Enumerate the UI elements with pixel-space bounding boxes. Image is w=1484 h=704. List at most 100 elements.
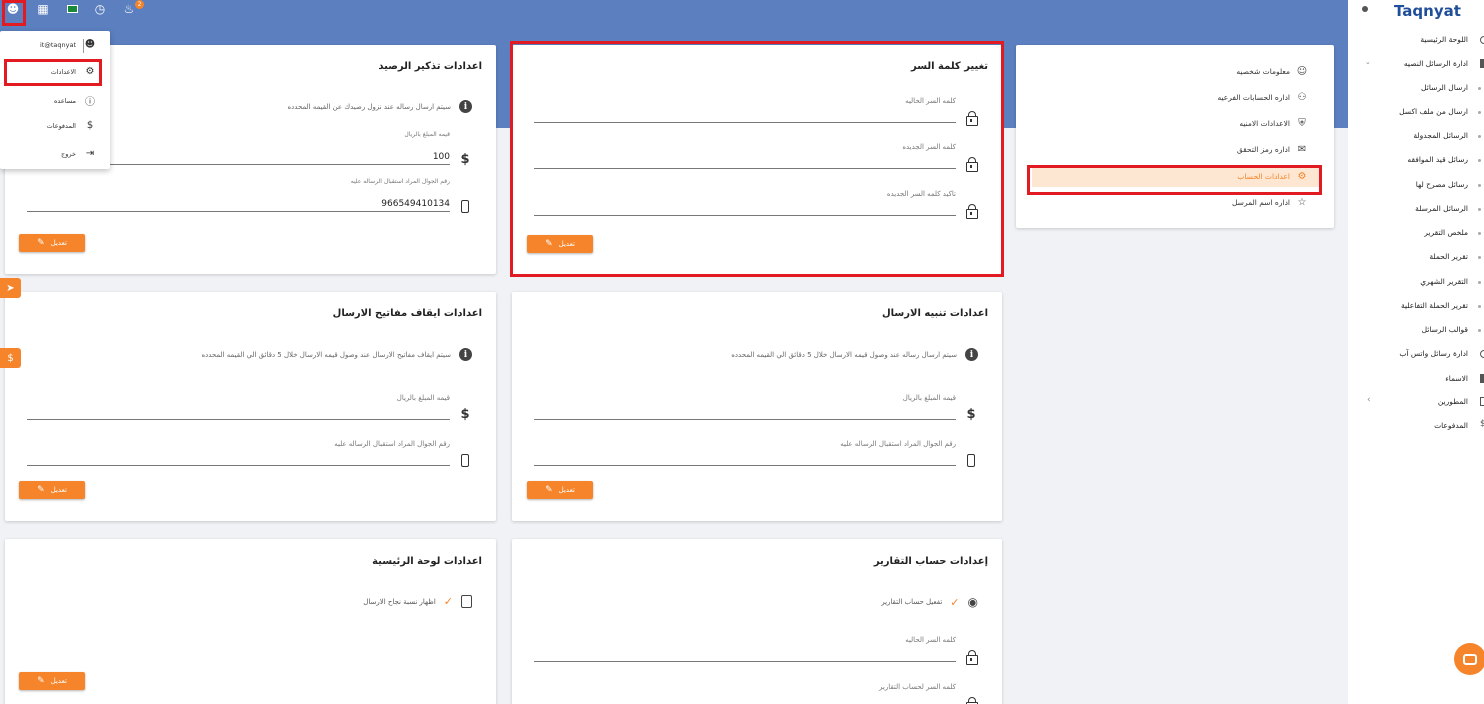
users-icon: ⚇: [1297, 92, 1307, 103]
notification-badge: 2: [135, 0, 144, 9]
dropdown-item-payments[interactable]: $ المدفوعات: [47, 120, 96, 131]
account-item-sender[interactable]: ☆ اداره اسم المرسل: [1232, 197, 1308, 208]
sidebar-item-contacts[interactable]: الاسماء: [1445, 374, 1468, 383]
flag-icon[interactable]: [67, 5, 78, 13]
bell-icon[interactable]: ♨: [122, 2, 136, 16]
clock-icon[interactable]: ◷: [93, 2, 107, 16]
field-underline: [27, 211, 450, 212]
item-label: معلومات شخصيه: [1236, 67, 1290, 76]
account-item-subaccounts[interactable]: ⚇ اداره الحسابات الفرعيه: [1217, 92, 1308, 103]
sidebar-item-approved[interactable]: رسائل مصرح لها: [1416, 180, 1468, 189]
sidebar-item-whatsapp[interactable]: ادارة رسائل واتس آب: [1399, 349, 1468, 358]
mobile-field[interactable]: رقم الجوال المراد استقبال الرساله عليه: [27, 440, 472, 467]
field-label: كلمه السر لحساب التقارير: [879, 683, 956, 691]
sms-icon: ✉: [1297, 144, 1307, 155]
account-item-personal[interactable]: ☺ معلومات شخصيه: [1236, 66, 1308, 77]
fullscreen-icon[interactable]: ▦: [36, 2, 50, 16]
edit-label: تعديل: [50, 239, 67, 247]
send-tab-icon[interactable]: ➤: [0, 278, 21, 298]
bullet: [1478, 329, 1481, 332]
sidebar-item-templates[interactable]: قوالب الرسائل: [1422, 325, 1468, 334]
face-icon: ☺: [1296, 66, 1308, 77]
account-menu-card: ☺ معلومات شخصيه ⚇ اداره الحسابات الفرعيه ⛨…: [1016, 45, 1334, 228]
dollar-tab-icon[interactable]: $: [0, 348, 21, 368]
pencil-icon: ✎: [545, 485, 553, 495]
sidebar-item-send[interactable]: ارسال الرسائل: [1421, 83, 1468, 92]
mobile-field[interactable]: رقم الجوال المراد استقبال الرساله عليه: [534, 440, 978, 467]
field-label: رقم الجوال المراد استقبال الرساله عليه: [840, 440, 956, 448]
edit-button[interactable]: ✎ تعديل: [527, 481, 593, 499]
field-label: قيمه المبلغ بالريال: [396, 394, 450, 402]
bullet: [1478, 256, 1481, 259]
dollar-icon: $: [460, 151, 470, 167]
check-icon[interactable]: ✓: [950, 596, 959, 609]
account-item-otp[interactable]: ✉ اداره رمز التحقق: [1237, 144, 1308, 155]
check-icon[interactable]: ✓: [444, 595, 453, 608]
current-password-field[interactable]: كلمه السر الحاليه: [534, 636, 978, 665]
info-icon: i: [459, 100, 472, 113]
sidebar-item-developers[interactable]: المطورين: [1438, 397, 1468, 406]
edit-button[interactable]: ✎ تعديل: [19, 234, 85, 252]
sidebar-item-payments[interactable]: المدفوعات: [1434, 421, 1468, 430]
sidebar-item-interactive[interactable]: تقرير الحملة التفاعلية: [1401, 301, 1468, 310]
edit-label: تعديل: [558, 486, 575, 494]
chat-icon[interactable]: [1454, 643, 1484, 675]
sidebar-item-monthly[interactable]: التقرير الشهري: [1420, 277, 1468, 286]
account-item-security[interactable]: ⛨ الاعدادات الامنيه: [1239, 118, 1308, 129]
dropdown-item-help[interactable]: ⓘ مساعده: [54, 93, 96, 109]
option-label: اظهار نسبة نجاح الارسال: [363, 597, 436, 606]
sidebar-item-summary[interactable]: ملخص التقرير: [1424, 228, 1468, 237]
mobile-value[interactable]: 966549410134: [381, 199, 450, 209]
item-label: خروج: [61, 149, 76, 158]
info-row: i سيتم ارسال رساله عند وصول قيمه الارسال…: [731, 348, 978, 361]
field-underline: [534, 465, 956, 466]
dollar-icon: $: [966, 406, 976, 422]
developers-icon: [1480, 397, 1484, 406]
field-label: قيمه المبلغ بالريال: [902, 394, 956, 402]
dropdown-item-logout[interactable]: ⇥ خروج: [61, 148, 96, 159]
dropdown-divider: [83, 39, 84, 53]
card-title: اعدادات تنبيه الارسال: [882, 308, 988, 319]
bullet: [1478, 232, 1481, 235]
field-label: رقم الجوال المراد استقبال الرساله عليه: [334, 440, 450, 448]
sidebar-item-pending[interactable]: رسائل قيد الموافقه: [1407, 155, 1468, 164]
option-row[interactable]: ◉ ✓ تفعيل حساب التقارير: [881, 595, 978, 609]
dollar-icon: $: [86, 120, 94, 131]
card-title: إعدادات حساب التقارير: [873, 556, 988, 567]
option-row[interactable]: ✓ اظهار نسبة نجاح الارسال: [363, 595, 472, 608]
sidebar-item-excel[interactable]: ارسال من ملف اكسل: [1399, 107, 1468, 116]
amount-field[interactable]: قيمه المبلغ بالريال $: [27, 394, 472, 422]
report-password-field[interactable]: كلمه السر لحساب التقارير: [534, 683, 978, 704]
field-label: كلمه السر الحاليه: [905, 636, 956, 644]
edit-label: تعديل: [50, 486, 67, 494]
sidebar-item-sent[interactable]: الرسائل المرسلة: [1415, 204, 1468, 213]
dashboard-settings-card: اعدادات لوحة الرئيسية ✓ اظهار نسبة نجاح …: [5, 539, 496, 704]
sidebar-item-campaign[interactable]: تقرير الحملة: [1429, 252, 1468, 261]
dashboard-icon: [1480, 36, 1484, 44]
dollar-icon: $: [1480, 419, 1484, 429]
radio-dot-icon: [1362, 6, 1368, 12]
dropdown-username: ☻ it@taqnyat: [40, 39, 96, 50]
card-title: اعدادات ايقاف مفاتيح الارسال: [332, 308, 482, 319]
amount-field[interactable]: قيمه المبلغ بالريال $: [534, 394, 978, 422]
mobile-field[interactable]: رقم الجوال المراد استقبال الرساله عليه 9…: [27, 178, 472, 213]
edit-button[interactable]: ✎ تعديل: [19, 672, 85, 690]
shield-icon: ⛨: [1298, 118, 1306, 129]
amount-value[interactable]: 100: [433, 152, 450, 162]
logout-icon: ⇥: [85, 148, 95, 159]
field-underline: [27, 419, 450, 420]
bullet: [1478, 87, 1481, 90]
sidebar-item-scheduled[interactable]: الرسائل المجدولة: [1413, 131, 1468, 140]
info-text: سيتم ارسال رساله عند نزول رصيدك عن القيم…: [287, 102, 451, 111]
item-label: اداره اسم المرسل: [1232, 198, 1290, 207]
sidebar-item-dashboard[interactable]: اللوحة الرئيسية: [1420, 35, 1468, 44]
whatsapp-icon: [1480, 350, 1484, 358]
pencil-icon: ✎: [37, 485, 45, 495]
bullet: [1478, 281, 1481, 284]
bullet: [1478, 135, 1481, 138]
sidebar-item-sms[interactable]: ادارة الرسائل النصيه: [1404, 59, 1468, 68]
change-password-highlight: [510, 41, 1004, 277]
edit-button[interactable]: ✎ تعديل: [19, 481, 85, 499]
swap-icon: [461, 595, 472, 608]
user-dropdown: ☻ it@taqnyat ⚙ الاعدادات ⓘ مساعده $ المدفوعا…: [0, 31, 110, 169]
